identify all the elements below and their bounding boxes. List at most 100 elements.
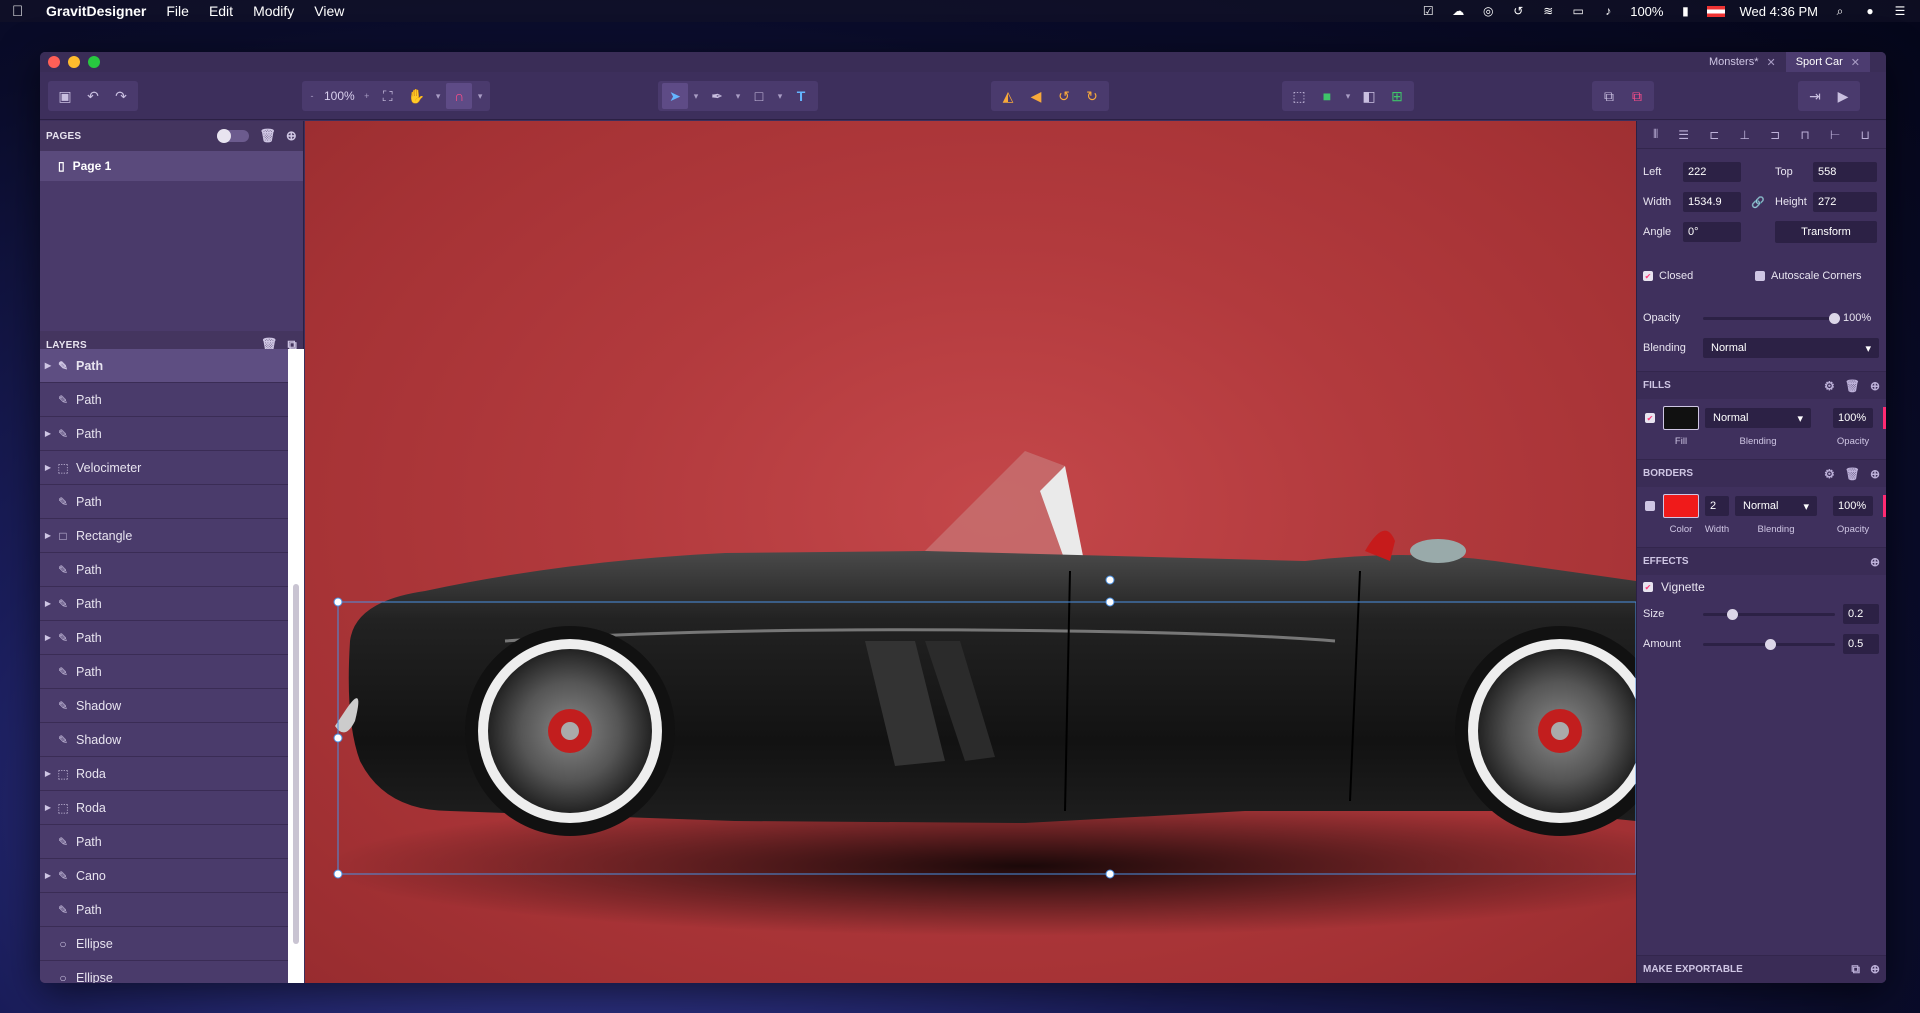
selection-handle[interactable] xyxy=(1105,597,1115,607)
tab-sport-car[interactable]: Sport Car ✕ xyxy=(1785,52,1870,72)
add-page-icon[interactable]: ⊕ xyxy=(286,128,297,144)
fit-screen-icon[interactable]: ⛶ xyxy=(375,83,401,109)
size-value-input[interactable]: 0.2 xyxy=(1843,604,1879,624)
layer-row[interactable]: ✎ Path xyxy=(40,825,288,859)
magnet-snap-icon[interactable]: ∩ xyxy=(446,83,473,109)
top-input[interactable]: 558 xyxy=(1813,162,1877,182)
close-tab-icon[interactable]: ✕ xyxy=(1851,56,1860,69)
add-icon[interactable]: ⊕ xyxy=(1870,467,1880,481)
trash-icon[interactable]: 🗑 xyxy=(259,128,276,144)
redo-icon[interactable]: ↷ xyxy=(108,83,134,109)
vignette-checkbox[interactable]: ✔ xyxy=(1643,582,1653,592)
export-settings-icon[interactable]: ⧉ xyxy=(1851,962,1860,977)
checklist-icon[interactable]: ☑ xyxy=(1420,4,1436,18)
expand-arrow-icon[interactable]: ▶ xyxy=(40,361,56,370)
zoom-window-button[interactable] xyxy=(88,56,100,68)
opacity-slider[interactable] xyxy=(1703,312,1840,324)
align-middle-icon[interactable]: ⊢ xyxy=(1830,128,1840,142)
cloud-icon[interactable]: ☁ xyxy=(1450,4,1466,18)
selection-handle[interactable] xyxy=(333,869,343,879)
page-item[interactable]: ▯ Page 1 xyxy=(40,151,303,181)
align-center-icon[interactable]: ⊥ xyxy=(1739,128,1749,142)
layer-row[interactable]: ○ Ellipse xyxy=(40,961,288,983)
transform-button[interactable]: Transform xyxy=(1775,221,1877,243)
amount-slider[interactable] xyxy=(1703,638,1835,650)
layer-row[interactable]: ✎ Shadow xyxy=(40,723,288,757)
present-icon[interactable]: ▶ xyxy=(1830,83,1856,109)
clock[interactable]: Wed 4:36 PM xyxy=(1739,4,1818,19)
expand-arrow-icon[interactable]: ▶ xyxy=(40,531,56,540)
zoom-out-button[interactable]: - xyxy=(306,83,318,109)
expand-arrow-icon[interactable]: ▶ xyxy=(40,769,56,778)
wifi-icon[interactable]: ≋ xyxy=(1540,4,1556,18)
hand-tool-icon[interactable]: ✋ xyxy=(403,83,430,109)
spotlight-search-icon[interactable]: ⌕ xyxy=(1832,4,1848,18)
make-exportable-label[interactable]: MAKE EXPORTABLE xyxy=(1643,964,1743,975)
fill-checkbox[interactable]: ✔ xyxy=(1645,413,1655,423)
closed-checkbox[interactable]: ✔ xyxy=(1643,271,1653,281)
blending-select[interactable]: Normal ▾ xyxy=(1703,338,1879,358)
settings-icon[interactable]: ⚙ xyxy=(1824,467,1835,481)
amount-value-input[interactable]: 0.5 xyxy=(1843,634,1879,654)
add-icon[interactable]: ⊕ xyxy=(1870,962,1880,977)
expand-arrow-icon[interactable]: ▶ xyxy=(40,429,56,438)
zoom-in-button[interactable]: + xyxy=(361,83,373,109)
apple-icon[interactable]:  xyxy=(12,3,28,20)
tab-monsters[interactable]: Monsters* ✕ xyxy=(1699,52,1786,72)
close-window-button[interactable] xyxy=(48,56,60,68)
layer-row[interactable]: ▶ ✎ Path xyxy=(40,417,288,451)
slider-knob[interactable] xyxy=(1765,638,1776,650)
distribute-vertical-icon[interactable]: ☰ xyxy=(1678,128,1689,142)
close-tab-icon[interactable]: ✕ xyxy=(1766,56,1775,69)
layer-row[interactable]: ▶ ⬚ Roda xyxy=(40,791,288,825)
fill-opacity-input[interactable]: 100% xyxy=(1833,408,1873,428)
group-icon[interactable]: ⬚ xyxy=(1286,83,1312,109)
size-slider[interactable] xyxy=(1703,608,1835,620)
chevron-down-icon[interactable]: ▾ xyxy=(690,83,702,109)
rotate-right-icon[interactable]: ↻ xyxy=(1079,83,1105,109)
border-checkbox[interactable] xyxy=(1645,501,1655,511)
layer-row[interactable]: ✎ Path xyxy=(40,485,288,519)
layer-row[interactable]: ✎ Path xyxy=(40,553,288,587)
layer-row[interactable]: ▶ ✎ Path xyxy=(40,621,288,655)
layer-row[interactable]: ▶ ⬚ Roda xyxy=(40,757,288,791)
text-tool-icon[interactable]: T xyxy=(788,83,814,109)
send-backward-icon[interactable]: ⧉ xyxy=(1624,83,1650,109)
battery-icon[interactable]: ▮ xyxy=(1677,4,1693,18)
menu-modify[interactable]: Modify xyxy=(253,3,294,19)
menu-file[interactable]: File xyxy=(166,3,189,19)
menu-edit[interactable]: Edit xyxy=(209,3,233,19)
chevron-down-icon[interactable]: ▾ xyxy=(474,83,486,109)
selection-handle[interactable] xyxy=(1105,869,1115,879)
volume-icon[interactable]: ♪ xyxy=(1600,4,1616,18)
layer-row[interactable]: ▶ ✎ Path xyxy=(40,587,288,621)
expand-arrow-icon[interactable]: ▶ xyxy=(40,871,56,880)
settings-icon[interactable]: ⚙ xyxy=(1824,379,1835,393)
add-icon[interactable]: ⊕ xyxy=(1870,555,1880,569)
selection-handle[interactable] xyxy=(333,597,343,607)
trash-icon[interactable]: 🗑 xyxy=(1845,467,1860,481)
fill-blending-select[interactable]: Normal ▾ xyxy=(1705,408,1811,428)
minimize-window-button[interactable] xyxy=(68,56,80,68)
height-input[interactable]: 272 xyxy=(1813,192,1877,212)
ungroup-icon[interactable]: ⊞ xyxy=(1384,83,1410,109)
siri-icon[interactable]: ● xyxy=(1862,4,1878,18)
layer-row[interactable]: ✎ Shadow xyxy=(40,689,288,723)
distribute-horizontal-icon[interactable]: ⫴ xyxy=(1653,127,1658,142)
pen-tool-icon[interactable]: ✒ xyxy=(704,83,730,109)
autoscale-checkbox[interactable] xyxy=(1755,271,1765,281)
time-machine-icon[interactable]: ↺ xyxy=(1510,4,1526,18)
layer-row[interactable]: ▶ □ Rectangle xyxy=(40,519,288,553)
trash-icon[interactable]: 🗑 xyxy=(1845,379,1860,393)
disk-icon[interactable]: ◎ xyxy=(1480,4,1496,18)
export-icon[interactable]: ⇥ xyxy=(1802,83,1828,109)
bring-forward-icon[interactable]: ⧉ xyxy=(1596,83,1622,109)
layer-row[interactable]: ▶ ✎ Cano xyxy=(40,859,288,893)
canvas[interactable] xyxy=(305,121,1636,983)
opacity-value[interactable]: 100% xyxy=(1843,312,1871,324)
layer-row[interactable]: ✎ Path xyxy=(40,893,288,927)
chevron-down-icon[interactable]: ▾ xyxy=(432,83,444,109)
fill-color-swatch[interactable] xyxy=(1663,406,1699,430)
align-bottom-icon[interactable]: ⊔ xyxy=(1861,128,1870,142)
chevron-down-icon[interactable]: ▾ xyxy=(1342,83,1354,109)
